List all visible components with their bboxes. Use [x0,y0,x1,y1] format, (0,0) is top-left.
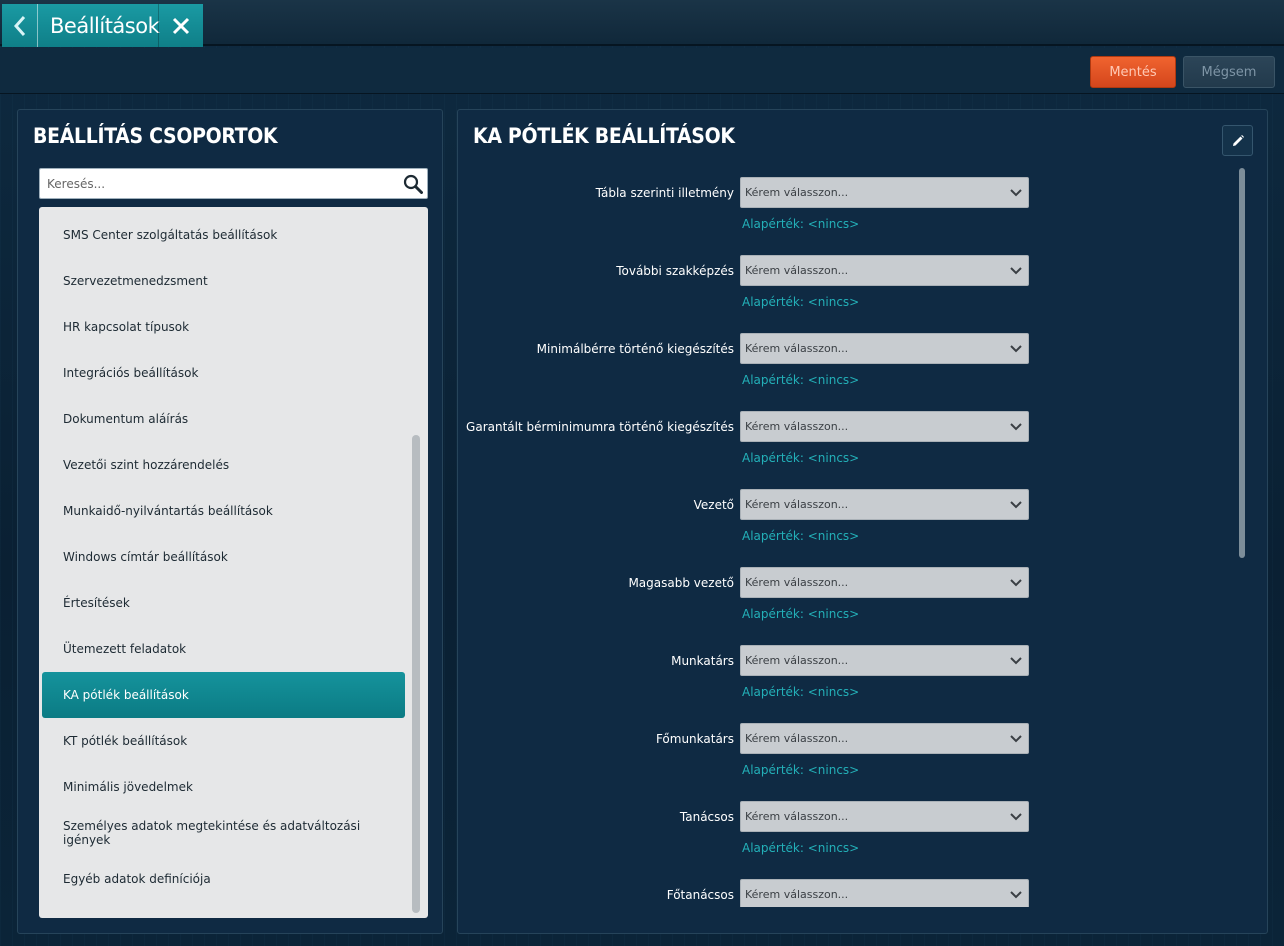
list-item[interactable]: Személyes adatok megtekintése és adatvál… [42,810,405,856]
chevron-down-icon [1004,734,1028,743]
field-select[interactable]: Kérem válasszon... [740,255,1029,286]
field-select[interactable]: Kérem válasszon... [740,411,1029,442]
list-item[interactable]: Dokumentum aláírás [42,396,405,442]
chevron-down-icon [1004,344,1028,353]
field-select[interactable]: Kérem válasszon... [740,567,1029,598]
chevron-left-icon [13,15,25,36]
chevron-down-icon [1004,422,1028,431]
list-item[interactable]: Vezetői szint hozzárendelés [42,442,405,488]
select-placeholder: Kérem válasszon... [745,342,849,355]
field-label: Garantált bérminimumra történő kiegészít… [466,420,734,434]
list-item[interactable]: Windows címtár beállítások [42,534,405,580]
search-icon[interactable] [399,170,427,198]
select-placeholder: Kérem válasszon... [745,576,849,589]
field-label: Tábla szerinti illetmény [595,186,734,200]
select-placeholder: Kérem válasszon... [745,498,849,511]
default-value-text: Alapérték: <nincs> [742,217,860,231]
chevron-down-icon [1004,578,1028,587]
list-item[interactable]: Minimális jövedelmek [42,764,405,810]
list-item[interactable]: Szervezetmenedzsment [42,258,405,304]
list-item[interactable]: Munkaidő-nyilvántartás beállítások [42,488,405,534]
field-label: Munkatárs [671,654,734,668]
search-input[interactable] [40,169,399,198]
default-value-text: Alapérték: <nincs> [742,763,860,777]
list-item[interactable]: Ütemezett feladatok [42,626,405,672]
field-label: További szakképzés [616,264,734,278]
field-label: Vezető [693,498,734,512]
field-label: Magasabb vezető [628,576,734,590]
field-label: Főmunkatárs [655,732,734,746]
field-select[interactable]: Kérem válasszon... [740,177,1029,208]
default-value-text: Alapérték: <nincs> [742,607,860,621]
select-placeholder: Kérem válasszon... [745,732,849,745]
list-item[interactable]: KT pótlék beállítások [42,718,405,764]
close-tab-button[interactable] [158,4,203,47]
field-select[interactable]: Kérem válasszon... [740,489,1029,520]
default-value-text: Alapérték: <nincs> [742,451,860,465]
form-scrollbar[interactable] [1239,168,1245,558]
field-select[interactable]: Kérem válasszon... [740,333,1029,364]
chevron-down-icon [1004,656,1028,665]
default-value-text: Alapérték: <nincs> [742,295,860,309]
panel-title: KA PÓTLÉK BEÁLLÍTÁSOK [473,124,735,148]
chevron-down-icon [1004,890,1028,899]
top-bar: Beállítások [0,0,1284,47]
edit-button[interactable] [1222,125,1253,156]
select-placeholder: Kérem válasszon... [745,654,849,667]
select-placeholder: Kérem válasszon... [745,264,849,277]
settings-groups-panel: BEÁLLÍTÁS CSOPORTOK SMS Center szolgálta… [17,109,443,934]
action-bar: Mentés Mégsem [0,48,1284,94]
list-item-selected[interactable]: KA pótlék beállítások [42,672,405,718]
list-item[interactable]: HR kapcsolat típusok [42,304,405,350]
settings-tab[interactable]: Beállítások [2,4,203,47]
list-scrollbar[interactable] [412,435,420,913]
field-label: Tanácsos [679,810,734,824]
field-label: Minimálbérre történő kiegészítés [536,342,734,356]
settings-group-list: SMS Center szolgáltatás beállítások Szer… [39,207,428,918]
field-select[interactable]: Kérem válasszon... [740,801,1029,832]
pencil-icon [1232,134,1244,146]
default-value-text: Alapérték: <nincs> [742,841,860,855]
list-item[interactable]: Egyéb adatok definíciója [42,856,405,902]
default-value-text: Alapérték: <nincs> [742,529,860,543]
settings-form: KA PÓTLÉK BEÁLLÍTÁSOK Tábla szerinti ill… [458,110,1269,907]
chevron-down-icon [1004,500,1028,509]
search-box [39,168,428,199]
save-button[interactable]: Mentés [1090,56,1176,88]
cancel-button[interactable]: Mégsem [1183,56,1275,88]
field-label: Főtanácsos [666,888,734,902]
list-item[interactable]: Integrációs beállítások [42,350,405,396]
field-select[interactable]: Kérem válasszon... [740,645,1029,676]
default-value-text: Alapérték: <nincs> [742,373,860,387]
select-placeholder: Kérem válasszon... [745,810,849,823]
panel-title: BEÁLLÍTÁS CSOPORTOK [33,124,278,148]
select-placeholder: Kérem válasszon... [745,186,849,199]
tab-title: Beállítások [50,13,160,38]
list-item[interactable]: SMS Center szolgáltatás beállítások [42,212,405,258]
close-icon [172,17,190,34]
back-button[interactable] [2,4,38,47]
chevron-down-icon [1004,188,1028,197]
default-value-text: Alapérték: <nincs> [742,685,860,699]
select-placeholder: Kérem válasszon... [745,420,849,433]
chevron-down-icon [1004,266,1028,275]
list-item[interactable]: Értesítések [42,580,405,626]
select-placeholder: Kérem válasszon... [745,888,849,901]
chevron-down-icon [1004,812,1028,821]
ka-settings-panel: KA PÓTLÉK BEÁLLÍTÁSOK Tábla szerinti ill… [457,109,1268,934]
field-select[interactable]: Kérem válasszon... [740,879,1029,907]
field-select[interactable]: Kérem válasszon... [740,723,1029,754]
